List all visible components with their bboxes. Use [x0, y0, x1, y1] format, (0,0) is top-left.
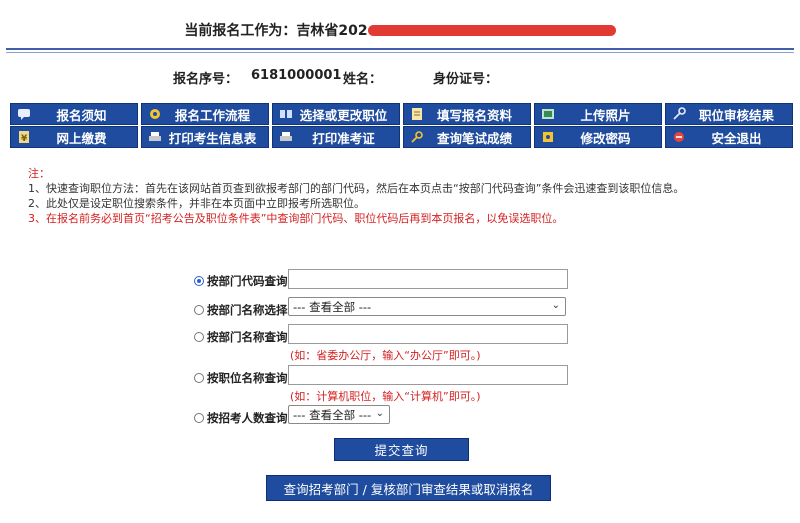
- nav-item-select-position[interactable]: 选择或更改职位: [272, 103, 400, 125]
- notes: 注： 1、快速查询职位方法：首先在该网站首页查到欲报考部门的部门代码，然后在本页…: [28, 166, 684, 226]
- radio-headcount[interactable]: [194, 413, 204, 423]
- nav-label: 打印准考证: [312, 130, 375, 146]
- serial-value: 6181000001: [251, 68, 342, 83]
- dept-name-input[interactable]: [288, 324, 568, 344]
- password-icon: [540, 130, 556, 144]
- nav-item-exam-score[interactable]: 查询笔试成绩: [403, 126, 531, 148]
- divider: [6, 48, 794, 50]
- nav-item-notice[interactable]: 报名须知: [10, 103, 138, 125]
- dept-select[interactable]: --- 查看全部 --- ⌄: [288, 297, 566, 316]
- option-label: 按部门代码查询: [207, 274, 288, 288]
- note-line: 1、快速查询职位方法：首先在该网站首页查到欲报考部门的部门代码，然后在本页点击“…: [28, 182, 685, 195]
- printer-icon: [278, 130, 294, 144]
- option-label: 按职位名称查询: [207, 371, 288, 385]
- nav-label: 职位审核结果: [698, 107, 774, 123]
- option-position-name[interactable]: 按职位名称查询: [194, 370, 288, 386]
- photo-icon: [540, 107, 556, 121]
- page-title: 当前报名工作为：吉林省202: [0, 20, 800, 40]
- nav-label: 填写报名资料: [436, 107, 512, 123]
- title-prefix: 当前报名工作为：吉林省202: [184, 23, 368, 39]
- nav-item-fill-form[interactable]: 填写报名资料: [403, 103, 531, 125]
- nav-item-payment[interactable]: ¥ 网上缴费: [10, 126, 138, 148]
- nav-label: 打印考生信息表: [168, 130, 257, 146]
- divider: [6, 52, 794, 53]
- radio-dept-code[interactable]: [194, 276, 204, 286]
- submit-label: 提交查询: [374, 443, 429, 458]
- radio-dept-name[interactable]: [194, 332, 204, 342]
- flow-icon: [147, 107, 163, 121]
- nav-label: 报名工作流程: [174, 107, 250, 123]
- dept-code-input[interactable]: [288, 269, 568, 289]
- key-icon: [671, 107, 687, 121]
- position-icon: [278, 107, 294, 121]
- nav-item-review-result[interactable]: 职位审核结果: [665, 103, 793, 125]
- serial-label: 报名序号：: [173, 72, 239, 87]
- headcount-select[interactable]: --- 查看全部 --- ⌄: [288, 405, 390, 424]
- notes-heading: 注：: [28, 167, 50, 180]
- dept-name-hint: (如：省委办公厅，输入“办公厅”即可。): [290, 349, 481, 362]
- id-label: 身份证号：: [433, 72, 499, 87]
- headcount-select-value: --- 查看全部 ---: [293, 407, 372, 422]
- radio-position-name[interactable]: [194, 373, 204, 383]
- nav-label: 安全退出: [711, 130, 762, 146]
- printer-icon: [147, 130, 163, 144]
- option-dept-name[interactable]: 按部门名称查询: [194, 329, 288, 345]
- chevron-down-icon: ⌄: [551, 300, 560, 311]
- svg-text:¥: ¥: [21, 134, 28, 144]
- redacted-title-mark: [367, 24, 616, 36]
- position-name-input[interactable]: [288, 365, 568, 385]
- nav-item-change-password[interactable]: 修改密码: [534, 126, 662, 148]
- payment-icon: ¥: [16, 130, 32, 144]
- exit-icon: [671, 130, 687, 144]
- notice-icon: [16, 107, 32, 121]
- form-icon: [409, 107, 425, 121]
- option-label: 按部门名称查询: [207, 330, 288, 344]
- nav-label: 查询笔试成绩: [436, 130, 512, 146]
- search-icon: [409, 130, 425, 144]
- nav-item-upload-photo[interactable]: 上传照片: [534, 103, 662, 125]
- nav-label: 报名须知: [56, 107, 107, 123]
- option-headcount[interactable]: 按招考人数查询: [194, 410, 288, 426]
- nav-item-print-info[interactable]: 打印考生信息表: [141, 126, 269, 148]
- nav-label: 网上缴费: [56, 130, 107, 146]
- nav-label: 修改密码: [580, 130, 631, 146]
- option-dept-select[interactable]: 按部门名称选择: [194, 302, 288, 318]
- radio-dept-select[interactable]: [194, 305, 204, 315]
- position-name-hint: (如：计算机职位，输入“计算机”即可。): [290, 390, 481, 403]
- nav-item-logout[interactable]: 安全退出: [665, 126, 793, 148]
- nav-item-workflow[interactable]: 报名工作流程: [141, 103, 269, 125]
- name-label: 姓名：: [343, 72, 383, 87]
- option-label: 按招考人数查询: [207, 411, 288, 425]
- option-label: 按部门名称选择: [207, 303, 288, 317]
- note-line-warning: 3、在报名前务必到首页“招考公告及职位条件表”中查询部门代码、职位代码后再到本页…: [28, 212, 564, 225]
- chevron-down-icon: ⌄: [375, 408, 384, 419]
- nav-label: 上传照片: [580, 107, 631, 123]
- note-line: 2、此处仅是设定职位搜索条件，并非在本页面中立即报考所选职位。: [28, 197, 365, 210]
- submit-button[interactable]: 提交查询: [334, 438, 469, 461]
- option-dept-code[interactable]: 按部门代码查询: [194, 273, 288, 289]
- main-nav: 报名须知 报名工作流程 选择或更改职位 填写报名资料 上传照片 职位审核结果 ¥: [10, 100, 794, 148]
- nav-item-print-ticket[interactable]: 打印准考证: [272, 126, 400, 148]
- query-dept-button[interactable]: 查询招考部门 / 复核部门审查结果或取消报名: [266, 475, 551, 501]
- query-dept-label: 查询招考部门 / 复核部门审查结果或取消报名: [283, 481, 534, 497]
- nav-label: 选择或更改职位: [299, 107, 388, 123]
- dept-select-value: --- 查看全部 ---: [293, 299, 372, 314]
